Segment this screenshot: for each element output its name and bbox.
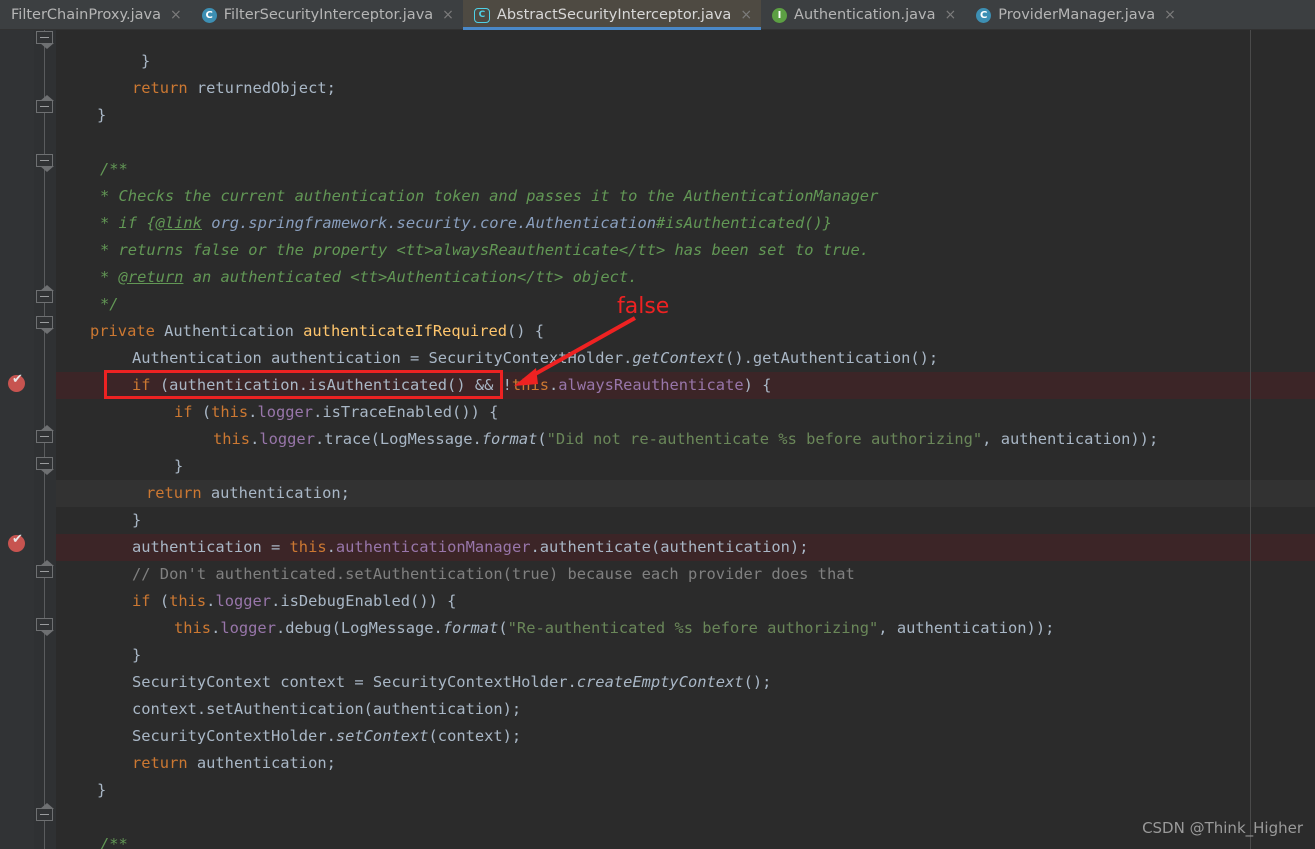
code-surface[interactable]: } return returnedObject;} /** * Checks the … [56,30,1315,849]
code-line[interactable]: } [56,48,1315,75]
code-line-text: * Checks the current authentication toke… [100,187,879,205]
code-line-text: this.logger.debug(LogMessage.format("Re-… [174,619,1055,637]
breakpoint-marker[interactable] [8,372,25,392]
code-line[interactable]: * if {@link org.springframework.security… [56,210,1315,237]
editor-tab[interactable]: I Authentication.java × [761,0,965,30]
code-line[interactable]: if (authentication.isAuthenticated() && … [56,372,1315,399]
code-line[interactable]: context.setAuthentication(authentication… [56,696,1315,723]
code-line[interactable]: authentication = this.authenticationMana… [56,534,1315,561]
code-line[interactable]: this.logger.debug(LogMessage.format("Re-… [56,615,1315,642]
code-line[interactable]: return authentication; [56,750,1315,777]
code-line[interactable]: Authentication authentication = Security… [56,345,1315,372]
code-line-text: } [97,781,107,799]
code-line-text: this.logger.trace(LogMessage.format("Did… [213,430,1159,448]
close-icon[interactable]: × [442,8,454,22]
close-icon[interactable]: × [740,8,752,22]
code-line[interactable] [56,129,1315,156]
code-line[interactable]: } [56,507,1315,534]
code-line-text: context.setAuthentication(authentication… [132,700,522,718]
breakpoint-marker[interactable] [8,532,25,552]
fold-marker-collapse[interactable] [36,285,54,303]
close-icon[interactable]: × [944,8,956,22]
code-line-text: /** [100,835,128,849]
code-line-text: * @return an authenticated <tt>Authentic… [100,268,638,286]
code-line[interactable]: } [56,102,1315,129]
code-line-text: return returnedObject; [132,79,336,97]
code-line[interactable]: return returnedObject; [56,75,1315,102]
tab-bar-filler [1184,0,1315,29]
code-line-text: if (authentication.isAuthenticated() && … [132,376,772,394]
editor-tab-label: ProviderManager.java [998,7,1156,23]
editor-tab-label: AbstractSecurityInterceptor.java [496,7,732,23]
code-line-text: return authentication; [132,754,336,772]
abstract-class-icon: C [473,7,490,23]
code-line-text: /** [100,160,128,178]
editor-tab-label: FilterChainProxy.java [11,7,161,23]
code-line-text: } [132,646,142,664]
code-line-text: Authentication authentication = Security… [132,349,939,367]
editor-tab[interactable]: C FilterSecurityInterceptor.java × [191,0,463,30]
code-line[interactable]: * returns false or the property <tt>alwa… [56,237,1315,264]
fold-marker-collapse[interactable] [36,316,54,334]
code-line-text: // Don't authenticated.setAuthentication… [132,565,855,583]
code-line[interactable]: * @return an authenticated <tt>Authentic… [56,264,1315,291]
editor-tab[interactable]: C ProviderManager.java × [965,0,1185,30]
editor-tab[interactable]: C AbstractSecurityInterceptor.java × [462,0,762,30]
code-editor[interactable]: } return returnedObject;} /** * Checks the … [0,30,1315,849]
code-line-text: */ [100,295,119,313]
code-line[interactable]: /** [56,831,1315,849]
code-line-text: SecurityContext context = SecurityContex… [132,673,772,691]
code-line[interactable]: } [56,453,1315,480]
fold-marker-collapse[interactable] [36,560,54,578]
fold-marker-collapse[interactable] [36,31,54,49]
fold-marker-collapse[interactable] [36,803,54,821]
code-folding-column[interactable] [34,30,56,849]
code-line[interactable]: } [56,642,1315,669]
code-line[interactable]: SecurityContextHolder.setContext(context… [56,723,1315,750]
close-icon[interactable]: × [170,8,182,22]
code-line-text: private Authentication authenticateIfReq… [90,322,545,340]
code-line[interactable]: /** [56,156,1315,183]
class-icon: C [201,7,217,23]
code-line-text: } [174,457,184,475]
fold-marker-collapse[interactable] [36,457,54,475]
code-line[interactable]: return authentication; [56,480,1315,507]
csdn-watermark: CSDN @Think_Higher [1142,819,1303,837]
code-line-text: authentication = this.authenticationMana… [132,538,809,556]
code-line-text: } [97,106,107,124]
fold-marker-collapse[interactable] [36,95,54,113]
code-line[interactable]: if (this.logger.isDebugEnabled()) { [56,588,1315,615]
code-line[interactable]: SecurityContext context = SecurityContex… [56,669,1315,696]
editor-tab-bar[interactable]: FilterChainProxy.java × C FilterSecurityInt… [0,0,1315,30]
code-line-text: return authentication; [146,484,350,502]
code-line[interactable]: } [56,777,1315,804]
close-icon[interactable]: × [1164,8,1176,22]
annotation-false-label: false [617,294,670,319]
code-line-text: * if {@link org.springframework.security… [100,214,833,232]
fold-marker-collapse[interactable] [36,154,54,172]
class-icon: C [976,7,992,23]
fold-marker-collapse[interactable] [36,425,54,443]
fold-marker-collapse[interactable] [36,618,54,636]
code-line[interactable]: this.logger.trace(LogMessage.format("Did… [56,426,1315,453]
code-line[interactable]: */ [56,291,1315,318]
editor-tab[interactable]: FilterChainProxy.java × [0,0,191,30]
code-line[interactable] [56,804,1315,831]
code-line[interactable]: * Checks the current authentication toke… [56,183,1315,210]
code-line[interactable]: // Don't authenticated.setAuthentication… [56,561,1315,588]
interface-icon: I [772,7,788,23]
code-line-text: * returns false or the property <tt>alwa… [100,241,870,259]
code-line[interactable]: private Authentication authenticateIfReq… [56,318,1315,345]
code-line-text: if (this.logger.isTraceEnabled()) { [174,403,499,421]
code-line-text: if (this.logger.isDebugEnabled()) { [132,592,457,610]
editor-gutter[interactable] [0,30,34,849]
code-line[interactable]: if (this.logger.isTraceEnabled()) { [56,399,1315,426]
code-line-text: SecurityContextHolder.setContext(context… [132,727,522,745]
code-line-text: } [141,52,151,70]
code-line-text: } [132,511,142,529]
editor-tab-label: Authentication.java [794,7,936,23]
editor-tab-label: FilterSecurityInterceptor.java [223,7,434,23]
